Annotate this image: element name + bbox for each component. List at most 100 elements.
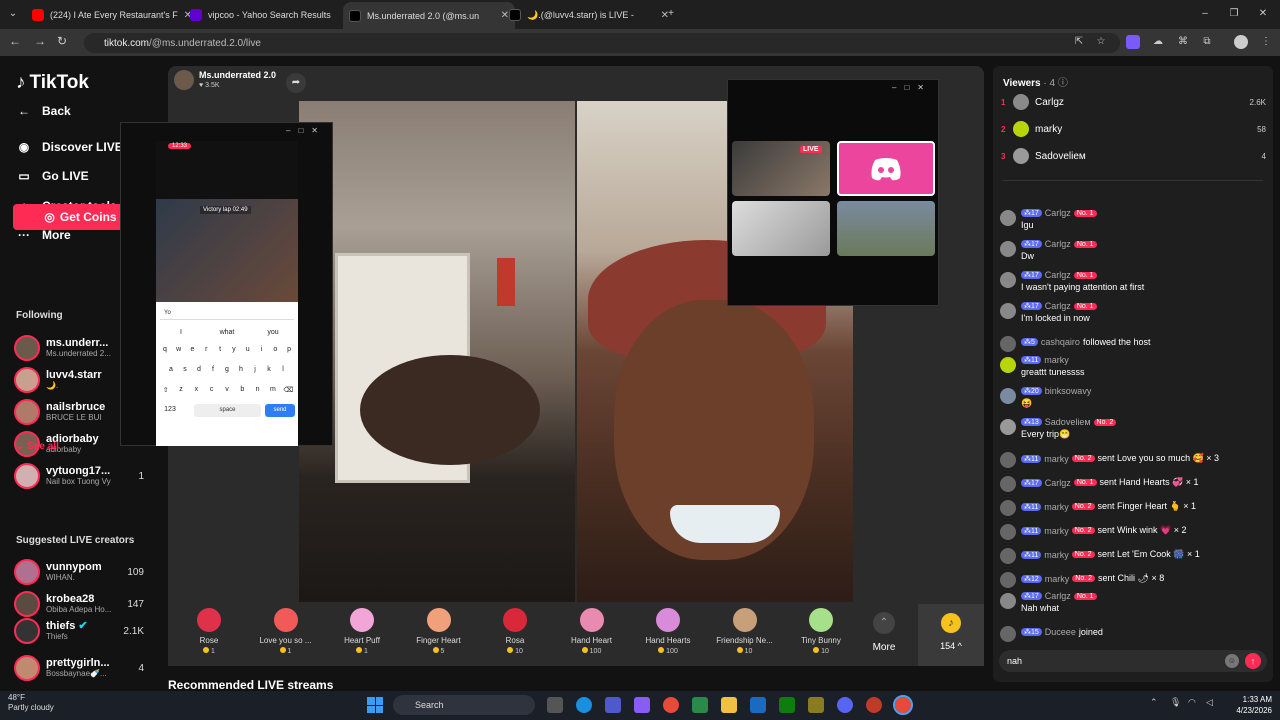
gift-item[interactable]: Heart Puff 1 <box>327 606 397 655</box>
discord-icon[interactable] <box>837 697 853 713</box>
chat-username[interactable]: marky <box>1045 574 1070 584</box>
back-arrow-icon[interactable]: ← <box>9 34 21 48</box>
gift-item[interactable]: Friendship Ne... 10 <box>710 606 780 655</box>
more-gifts-button[interactable]: ⌃ More <box>864 612 904 653</box>
keyboard-key[interactable]: g <box>220 366 234 373</box>
viewer-row[interactable]: 1 Carlgz 2.6K <box>1001 93 1266 111</box>
avatar[interactable] <box>1000 357 1016 373</box>
keyboard-key[interactable]: m <box>265 386 280 394</box>
avatar[interactable] <box>1000 272 1016 288</box>
keyboard-key[interactable]: p <box>282 346 296 353</box>
volume-icon[interactable]: ◁ <box>1206 697 1218 713</box>
viewer-row[interactable]: 2 marky 58 <box>1001 120 1266 138</box>
keyboard-key[interactable]: e <box>186 346 200 353</box>
share-icon[interactable]: ➦ <box>286 73 306 93</box>
close-window-icon[interactable]: ✕ <box>1256 7 1270 21</box>
keyboard-key[interactable]: b <box>235 386 250 394</box>
start-icon[interactable] <box>367 697 383 713</box>
chat-username[interactable]: Duceee <box>1045 627 1076 637</box>
browser-tab[interactable]: vipcoo - Yahoo Search Results✕ <box>184 4 356 26</box>
see-all-link[interactable]: ⌄ See all <box>16 441 59 452</box>
forward-arrow-icon[interactable]: → <box>34 34 46 48</box>
window-controls-icon[interactable]: –□✕ <box>892 83 932 92</box>
nav-go-live[interactable]: ▭ Go LIVE <box>16 169 88 183</box>
avatar[interactable] <box>1000 452 1016 468</box>
nav-discover-live[interactable]: ◉ Discover LIVE <box>16 140 123 154</box>
chat-username[interactable]: marky <box>1044 355 1069 365</box>
chat-username[interactable]: Sadovelieм <box>1045 417 1091 427</box>
keyboard-key[interactable]: f <box>206 366 220 373</box>
keyboard-key[interactable]: j <box>248 366 262 373</box>
avatar[interactable] <box>1000 500 1016 516</box>
keyboard-key[interactable]: v <box>219 386 234 394</box>
suggestion[interactable]: I <box>158 329 204 336</box>
avatar[interactable] <box>1000 476 1016 492</box>
extension-icon[interactable] <box>1126 35 1140 49</box>
reload-icon[interactable]: ↻ <box>57 34 67 48</box>
gift-item[interactable]: Hand Hearts 100 <box>633 606 703 655</box>
avatar[interactable] <box>1000 626 1016 642</box>
keyboard-key[interactable]: l <box>276 366 290 373</box>
following-item[interactable]: vytuong17... Nail box Tuong Vy 1 <box>14 461 146 491</box>
chat-username[interactable]: binksowavy <box>1045 386 1092 396</box>
viewer-row[interactable]: 3 Sadovelieм 4 <box>1001 147 1266 165</box>
nav-more[interactable]: ··· More <box>16 228 71 242</box>
chat-username[interactable]: Carlgz <box>1045 239 1071 249</box>
system-clock[interactable]: 1:33 AM 4/23/2026 <box>1220 694 1272 716</box>
send-key[interactable]: send <box>265 404 295 417</box>
edge-icon[interactable] <box>576 697 592 713</box>
keyboard-key[interactable]: o <box>268 346 282 353</box>
window-controls-icon[interactable]: –□✕ <box>286 126 326 135</box>
browser-tab[interactable]: 🌙.(@luvv4.starr) is LIVE - ✕ <box>503 4 675 26</box>
keyboard-key[interactable]: c <box>204 386 219 394</box>
cloud-extension-icon[interactable]: ☁ <box>1151 35 1165 49</box>
avatar[interactable] <box>1000 572 1016 588</box>
app-icon[interactable] <box>866 697 882 713</box>
chat-username[interactable]: Carlgz <box>1045 208 1071 218</box>
keyboard-key[interactable]: d <box>192 366 206 373</box>
avatar[interactable] <box>1000 593 1016 609</box>
info-icon[interactable]: ⓘ <box>1058 78 1068 89</box>
spotify-icon[interactable] <box>692 697 708 713</box>
suggested-item[interactable]: prettygirln... Bossbaynae🍼... 4 <box>14 653 146 683</box>
minimize-icon[interactable]: – <box>1198 7 1212 21</box>
file-explorer-icon[interactable] <box>721 697 737 713</box>
keyboard-key[interactable]: q <box>158 346 172 353</box>
teams-icon[interactable] <box>605 697 621 713</box>
keyboard-key[interactable]: y <box>227 346 241 353</box>
copilot-icon[interactable] <box>634 697 650 713</box>
bookmark-star-icon[interactable]: ☆ <box>1094 35 1108 49</box>
avatar[interactable] <box>1000 210 1016 226</box>
suggestion[interactable]: you <box>250 329 296 336</box>
nav-back[interactable]: ← Back <box>16 104 71 118</box>
keyboard-key[interactable]: a <box>164 366 178 373</box>
browser-menu-icon[interactable]: ⋮ <box>1259 35 1273 49</box>
chat-username[interactable]: Carlgz <box>1045 270 1071 280</box>
coin-balance-button[interactable]: ♪ 154 ^ <box>918 604 984 666</box>
host-info[interactable]: Ms.underrated 2.0 ♥ 3.5K <box>174 70 276 90</box>
chevron-up-icon[interactable]: ⌃ <box>1150 697 1162 713</box>
emoji-icon[interactable]: ☺ <box>1225 654 1239 668</box>
keyboard-key[interactable]: w <box>172 346 186 353</box>
gift-item[interactable]: Hand Heart 100 <box>557 606 627 655</box>
chat-username[interactable]: marky <box>1044 526 1069 536</box>
maximize-icon[interactable]: ❐ <box>1227 7 1241 21</box>
tiktok-logo[interactable]: ♪ TikTok <box>16 72 89 94</box>
keyboard-key[interactable]: r <box>199 346 213 353</box>
keyboard-key[interactable]: z <box>173 386 188 394</box>
avatar[interactable] <box>1000 241 1016 257</box>
avatar[interactable] <box>1000 388 1016 404</box>
taskbar-search[interactable]: Search <box>393 695 535 715</box>
key-123[interactable]: 123 <box>160 406 180 413</box>
weather-widget[interactable]: 48°F Partly cloudy <box>8 693 54 713</box>
gift-item[interactable]: Rosa 10 <box>480 606 550 655</box>
chat-username[interactable]: Carlgz <box>1045 301 1071 311</box>
avatar[interactable] <box>1000 548 1016 564</box>
suggestion[interactable]: what <box>204 329 250 336</box>
keyboard-key[interactable]: k <box>262 366 276 373</box>
chat-username[interactable]: marky <box>1044 454 1069 464</box>
call-tile-participant[interactable] <box>732 201 830 256</box>
call-tile-participant[interactable] <box>837 201 935 256</box>
profile-avatar-icon[interactable] <box>1234 35 1248 49</box>
avatar[interactable] <box>1000 303 1016 319</box>
